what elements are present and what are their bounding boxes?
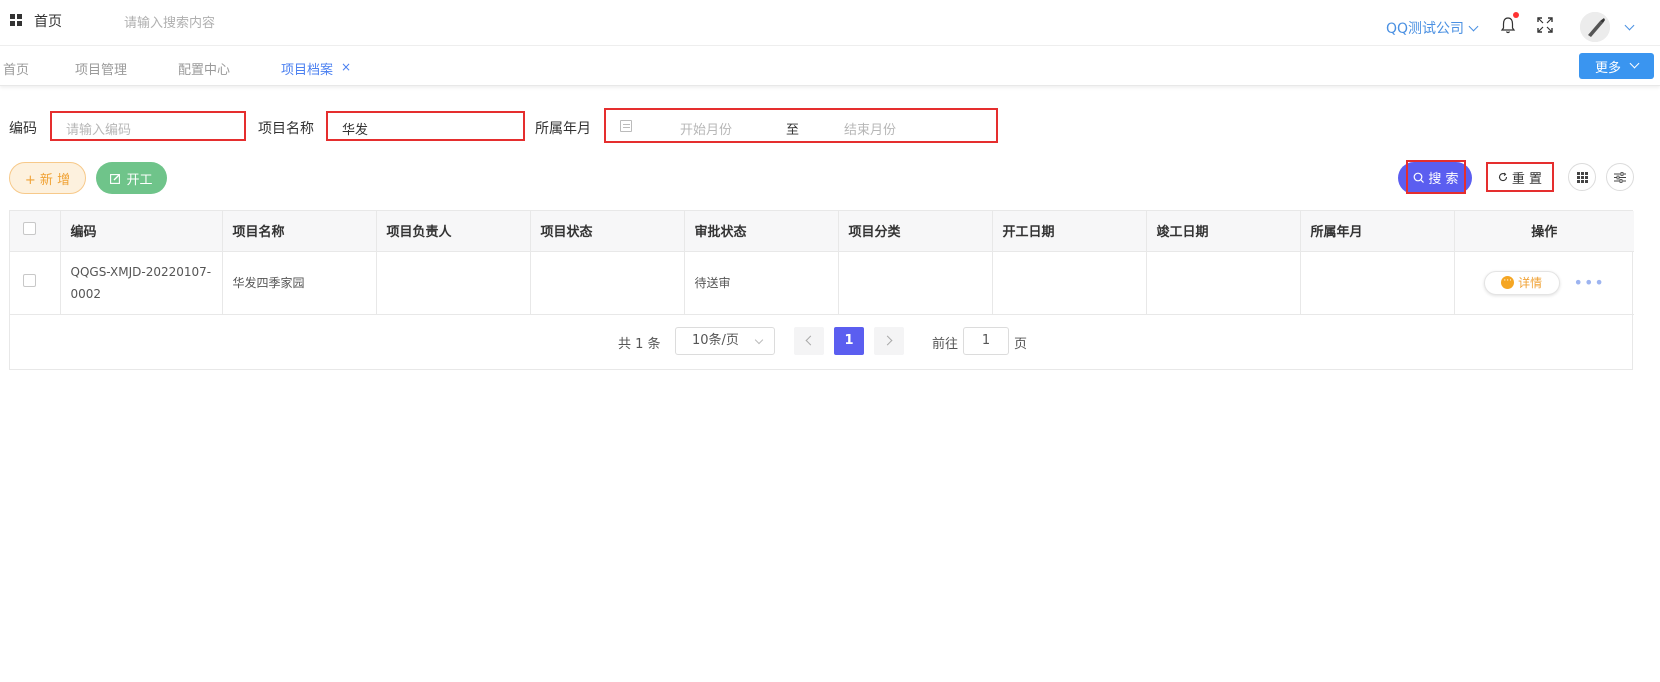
tab-project-archive[interactable]: 项目档案: [281, 59, 333, 78]
code-label: 编码: [9, 121, 37, 137]
global-search-input[interactable]: 请输入搜索内容: [124, 12, 215, 31]
month-range-picker[interactable]: 开始月份 至 结束月份: [604, 108, 998, 143]
search-icon: [1414, 172, 1425, 183]
page-suffix: 页: [1014, 337, 1028, 352]
fullscreen-icon[interactable]: [1537, 17, 1553, 33]
more-button-label: 更多: [1594, 60, 1621, 76]
menu-grid-icon[interactable]: [10, 14, 22, 26]
table-header-row: 编码 项目名称 项目负责人 项目状态 审批状态 项目分类 开工日期 竣工日期 所…: [10, 211, 1634, 252]
project-name-input[interactable]: 华发: [326, 111, 525, 141]
leader-cell: [376, 251, 531, 315]
chevron-down-icon: [1629, 58, 1640, 68]
category-cell: [838, 251, 993, 315]
operations-cell: ··· 详情 •••: [1454, 251, 1634, 315]
add-button[interactable]: + 新 增: [9, 162, 86, 194]
user-menu-chevron-icon[interactable]: [1624, 20, 1635, 31]
code-cell-line1: QQGS-XMJD-20220107-: [70, 264, 212, 279]
tab-home[interactable]: 首页: [3, 59, 29, 78]
filter-settings-button[interactable]: [1606, 163, 1634, 191]
refresh-icon: [1498, 172, 1507, 182]
column-header[interactable]: 项目负责人: [376, 211, 531, 252]
project-name-cell: 华发四季家园: [222, 251, 377, 315]
select-all-cell: [10, 211, 61, 252]
company-name: QQ测试公司: [1386, 21, 1465, 37]
column-header[interactable]: 项目名称: [222, 211, 377, 252]
column-header[interactable]: 项目状态: [530, 211, 685, 252]
goto-page-input[interactable]: 1: [963, 327, 1009, 355]
more-button[interactable]: 更多: [1579, 53, 1654, 79]
row-select-cell: [10, 251, 61, 315]
status-cell: [530, 251, 685, 315]
company-selector[interactable]: QQ测试公司: [1386, 18, 1479, 38]
user-avatar[interactable]: [1580, 12, 1610, 42]
code-cell: QQGS-XMJD-20220107- 0002: [60, 251, 223, 315]
column-header[interactable]: 所属年月: [1300, 211, 1455, 252]
pagination: 共 1 条 10条/页 1 前往 1 页: [10, 315, 1634, 369]
column-header[interactable]: 编码: [60, 211, 223, 252]
calendar-icon: [620, 120, 632, 132]
column-header[interactable]: 竣工日期: [1146, 211, 1301, 252]
chevron-down-icon: [1468, 21, 1479, 32]
sliders-icon: [1614, 171, 1626, 183]
next-page-button[interactable]: [874, 327, 904, 355]
table-row[interactable]: QQGS-XMJD-20220107- 0002 华发四季家园 待送审 ··· 详…: [10, 251, 1634, 315]
column-header[interactable]: 审批状态: [684, 211, 839, 252]
end-date-cell: [1146, 251, 1301, 315]
column-header[interactable]: 项目分类: [838, 211, 993, 252]
tab-close-icon[interactable]: ×: [341, 60, 351, 74]
add-button-label: + 新 增: [24, 172, 71, 188]
column-header[interactable]: 开工日期: [992, 211, 1147, 252]
project-name-label: 项目名称: [258, 121, 314, 137]
start-month-input[interactable]: 开始月份: [680, 119, 732, 138]
total-count: 共 1 条: [618, 337, 661, 352]
tabs-bar: 首页 项目管理 配置中心 项目档案 ×: [0, 46, 1660, 86]
search-button-label: 搜 索: [1428, 171, 1459, 187]
top-header: 首页 请输入搜索内容 QQ测试公司: [0, 0, 1660, 46]
end-month-input[interactable]: 结束月份: [844, 119, 896, 138]
detail-button[interactable]: ··· 详情: [1483, 270, 1560, 295]
notification-dot: [1513, 12, 1519, 18]
more-circle-icon: ···: [1501, 276, 1515, 289]
column-settings-button[interactable]: [1568, 163, 1596, 191]
edit-icon: [110, 173, 121, 184]
project-name-value: 华发: [342, 123, 369, 138]
detail-button-label: 详情: [1518, 275, 1543, 290]
code-placeholder: 请输入编码: [66, 123, 132, 138]
start-work-label: 开工: [126, 172, 153, 188]
chevron-down-icon: [754, 335, 764, 345]
start-work-button[interactable]: 开工: [96, 162, 167, 194]
prev-page-button[interactable]: [794, 327, 824, 355]
reset-button[interactable]: 重 置: [1486, 162, 1554, 192]
column-header: 操作: [1454, 211, 1634, 252]
bell-icon[interactable]: [1500, 16, 1516, 34]
month-label: 所属年月: [535, 121, 591, 137]
grid-view-icon: [1576, 171, 1588, 183]
avatar-image: [1580, 12, 1610, 42]
page-size-value: 10条/页: [692, 333, 739, 348]
home-title[interactable]: 首页: [34, 11, 62, 31]
select-all-checkbox[interactable]: [23, 222, 36, 236]
code-input[interactable]: 请输入编码: [50, 111, 246, 141]
reset-button-label: 重 置: [1511, 171, 1543, 187]
row-checkbox[interactable]: [23, 273, 36, 287]
tab-project-management[interactable]: 项目管理: [75, 59, 127, 78]
project-table: 编码 项目名称 项目负责人 项目状态 审批状态 项目分类 开工日期 竣工日期 所…: [9, 210, 1634, 370]
more-actions-icon[interactable]: •••: [1574, 272, 1605, 294]
page-size-select[interactable]: 10条/页: [675, 327, 775, 355]
start-date-cell: [992, 251, 1147, 315]
month-cell: [1300, 251, 1455, 315]
current-page-button[interactable]: 1: [834, 327, 864, 355]
tab-config-center[interactable]: 配置中心: [178, 59, 230, 78]
search-button[interactable]: 搜 索: [1406, 160, 1466, 194]
code-cell-line2: 0002: [70, 286, 102, 301]
approval-cell: 待送审: [684, 251, 839, 315]
range-separator: 至: [786, 123, 800, 138]
goto-label: 前往: [932, 337, 959, 352]
